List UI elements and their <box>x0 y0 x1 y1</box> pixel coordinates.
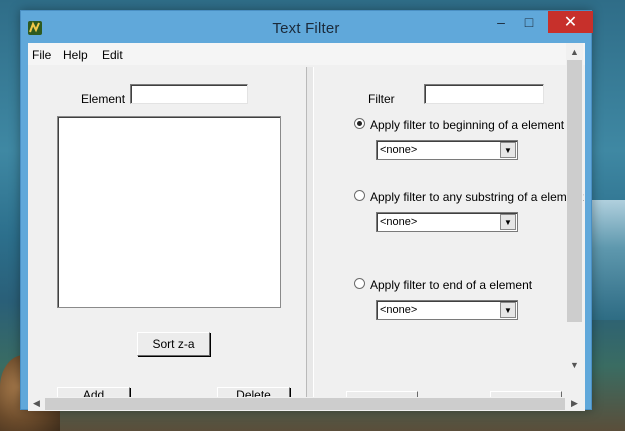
scroll-down-icon[interactable]: ▼ <box>566 356 583 373</box>
radio-selected-dot <box>357 121 362 126</box>
close-icon: ✕ <box>563 14 578 31</box>
right-pane: Filter Apply filter to beginning of a el… <box>314 67 585 397</box>
pane-splitter[interactable] <box>306 67 314 397</box>
radio-beginning[interactable] <box>354 118 365 129</box>
end-dropdown[interactable]: <none> ▼ <box>376 300 518 320</box>
minimize-button[interactable]: – <box>486 11 516 33</box>
vertical-scrollbar[interactable]: ▲ ▼ <box>566 43 583 373</box>
radio-beginning-label[interactable]: Apply filter to beginning of a element <box>370 118 564 132</box>
element-list[interactable] <box>57 116 281 308</box>
element-input[interactable] <box>130 84 248 104</box>
substring-dropdown-value: <none> <box>380 216 418 228</box>
client-area: File Help Edit Element Sort z-a Add Dele… <box>28 43 585 411</box>
minimize-icon: – <box>497 14 505 30</box>
scroll-right-icon[interactable]: ▶ <box>566 395 583 412</box>
radio-end[interactable] <box>354 278 365 289</box>
radio-end-label[interactable]: Apply filter to end of a element <box>370 278 532 292</box>
end-dropdown-value: <none> <box>380 304 418 316</box>
left-pane: Element Sort z-a Add Delete <box>28 67 306 399</box>
element-label: Element <box>81 92 126 106</box>
vertical-scroll-thumb[interactable] <box>567 60 582 322</box>
app-window: Text Filter – □ ✕ File Help Edit Element… <box>20 10 593 411</box>
chevron-down-icon[interactable]: ▼ <box>500 214 516 230</box>
scroll-left-icon[interactable]: ◀ <box>28 395 45 412</box>
menu-help[interactable]: Help <box>63 48 88 62</box>
beginning-dropdown[interactable]: <none> ▼ <box>376 140 518 160</box>
title-bar[interactable]: Text Filter – □ ✕ <box>21 11 593 43</box>
chevron-down-icon[interactable]: ▼ <box>500 142 516 158</box>
close-button[interactable]: ✕ <box>548 11 593 33</box>
substring-dropdown[interactable]: <none> ▼ <box>376 212 518 232</box>
horizontal-scroll-thumb[interactable] <box>45 398 565 410</box>
maximize-button[interactable]: □ <box>514 11 544 33</box>
radio-substring-label[interactable]: Apply filter to any substring of a eleme… <box>370 190 583 204</box>
menu-file[interactable]: File <box>32 48 51 62</box>
radio-substring[interactable] <box>354 190 365 201</box>
sort-button[interactable]: Sort z-a <box>137 332 210 356</box>
scroll-up-icon[interactable]: ▲ <box>566 43 583 60</box>
beginning-dropdown-value: <none> <box>380 144 418 156</box>
chevron-down-icon[interactable]: ▼ <box>500 302 516 318</box>
filter-label: Filter <box>368 92 395 106</box>
menu-edit[interactable]: Edit <box>102 48 123 62</box>
filter-input[interactable] <box>424 84 544 104</box>
horizontal-scrollbar[interactable]: ◀ ▶ <box>28 397 585 411</box>
menu-bar: File Help Edit <box>28 43 585 65</box>
maximize-icon: □ <box>524 14 534 30</box>
